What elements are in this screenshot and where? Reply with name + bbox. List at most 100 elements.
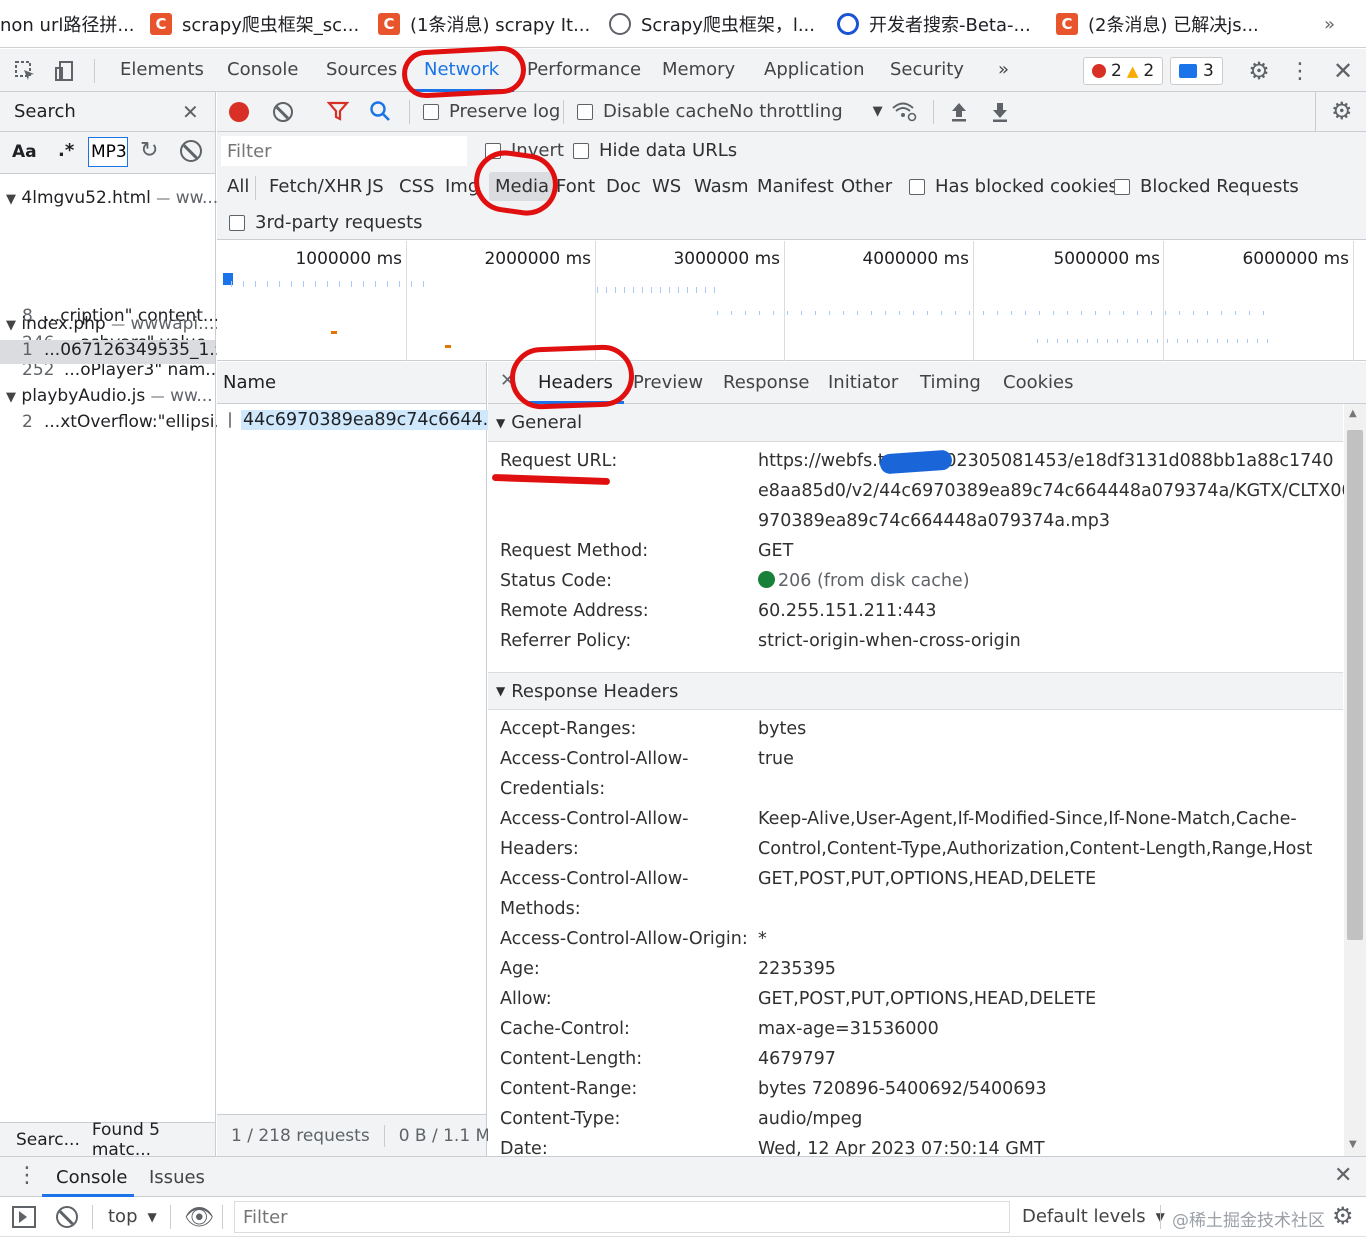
- clear-log-icon[interactable]: [273, 102, 293, 122]
- blocked-requests-checkbox[interactable]: Blocked Requests: [1114, 176, 1299, 197]
- tab-response[interactable]: Response: [723, 372, 809, 393]
- tab-security[interactable]: Security: [890, 59, 964, 80]
- name-column-header[interactable]: Name: [217, 362, 486, 404]
- tab-application[interactable]: Application: [764, 59, 865, 80]
- clear-console-icon[interactable]: [56, 1206, 78, 1228]
- tab-timing[interactable]: Timing: [920, 372, 981, 393]
- filter-type-css[interactable]: CSS: [399, 176, 434, 197]
- hide-data-urls-checkbox[interactable]: Hide data URLs: [573, 140, 737, 161]
- preserve-log-checkbox[interactable]: Preserve log: [423, 101, 560, 122]
- refresh-icon[interactable]: ↻: [140, 138, 158, 163]
- has-blocked-cookies-checkbox[interactable]: Has blocked cookies: [909, 176, 1118, 197]
- drawer-tab-issues[interactable]: Issues: [149, 1167, 205, 1188]
- console-settings-gear-icon[interactable]: ⚙: [1332, 1202, 1354, 1230]
- close-icon[interactable]: ✕: [182, 100, 199, 124]
- browser-tab[interactable]: 开发者搜索-Beta-...: [837, 10, 1031, 38]
- tab-sources[interactable]: Sources: [326, 59, 397, 80]
- filter-type-other[interactable]: Other: [841, 176, 892, 197]
- divider: [409, 100, 410, 124]
- filter-input[interactable]: [221, 136, 467, 166]
- search-icon[interactable]: [369, 100, 391, 127]
- response-header-key: Content-Length:: [500, 1049, 643, 1069]
- log-levels-select[interactable]: Default levels ▼: [1022, 1206, 1165, 1227]
- record-icon[interactable]: [229, 102, 249, 122]
- general-section-header[interactable]: ▼ General: [488, 404, 1343, 442]
- timeline-gridline: [1353, 241, 1354, 361]
- filter-type-manifest[interactable]: Manifest: [757, 176, 834, 197]
- kebab-menu-icon[interactable]: ⋮: [1288, 57, 1312, 85]
- response-header-key: Content-Type:: [500, 1109, 621, 1129]
- export-har-icon[interactable]: [990, 101, 1010, 128]
- response-headers-section-header[interactable]: ▼ Response Headers: [488, 672, 1343, 710]
- regex-button[interactable]: .*: [58, 140, 74, 161]
- timeline-tick-label: 5000000 ms: [1053, 249, 1160, 269]
- search-input[interactable]: [88, 137, 128, 167]
- tab-elements[interactable]: Elements: [120, 59, 204, 80]
- network-conditions-icon[interactable]: [891, 100, 917, 127]
- inspect-element-icon[interactable]: [12, 59, 38, 83]
- device-toolbar-icon[interactable]: [52, 59, 78, 83]
- timeline-tick-label: 6000000 ms: [1242, 249, 1349, 269]
- tab-memory[interactable]: Memory: [662, 59, 735, 80]
- more-tabs-button[interactable]: »: [998, 59, 1009, 80]
- browser-tab[interactable]: Scrapy爬虫框架，l...: [609, 10, 815, 38]
- response-header-value: Keep-Alive,User-Agent,If-Modified-Since,…: [758, 809, 1297, 829]
- import-har-icon[interactable]: [949, 101, 969, 128]
- filter-type-ws[interactable]: WS: [652, 176, 681, 197]
- drawer-tab-bar: ⋮ Console Issues ✕: [0, 1157, 1366, 1197]
- match-case-button[interactable]: Aa: [12, 142, 37, 162]
- browser-tab[interactable]: C scrapy爬虫框架_sc...: [150, 10, 359, 38]
- search-result-file[interactable]: ▼ playbyAudio.js — ww...: [6, 386, 213, 406]
- sidebar-toggle-icon[interactable]: [12, 1206, 36, 1228]
- devtools-tab-bar: Elements Console Sources Network Perform…: [0, 49, 1366, 92]
- search-result-line-selected[interactable]: 1 ...067126349535_1...: [0, 340, 226, 364]
- browser-tab[interactable]: C (2条消息) 已解决js...: [1056, 10, 1259, 38]
- clear-icon[interactable]: [180, 140, 202, 162]
- throttling-select[interactable]: No throttling ▼: [729, 101, 883, 122]
- drawer-menu-icon[interactable]: ⋮: [16, 1163, 38, 1188]
- tab-console[interactable]: Console: [227, 59, 298, 80]
- filter-type-all[interactable]: All: [227, 176, 249, 197]
- tab-initiator[interactable]: Initiator: [828, 372, 898, 393]
- response-header-key: Age:: [500, 959, 540, 979]
- detail-scrollbar[interactable]: ▲ ▼: [1344, 404, 1366, 1156]
- tab-cookies[interactable]: Cookies: [1003, 372, 1073, 393]
- timeline-gridline: [595, 241, 596, 361]
- search-result-file[interactable]: ▼ index.php — wwwapi....: [6, 314, 220, 334]
- headers-content: ▼ General Request URL: https://webfs.tx …: [488, 404, 1366, 1156]
- settings-gear-icon[interactable]: ⚙: [1245, 57, 1273, 85]
- scrollbar-thumb[interactable]: [1347, 430, 1363, 940]
- messages-counter[interactable]: 3: [1170, 57, 1223, 85]
- tab-performance[interactable]: Performance: [527, 59, 641, 80]
- close-drawer-icon[interactable]: ✕: [1334, 1163, 1352, 1188]
- filter-type-js[interactable]: JS: [367, 176, 384, 197]
- filter-type-doc[interactable]: Doc: [606, 176, 641, 197]
- issues-counter[interactable]: 2 ▲ 2: [1083, 57, 1164, 85]
- tab-preview[interactable]: Preview: [633, 372, 703, 393]
- filter-type-fetch-xhr[interactable]: Fetch/XHR: [269, 176, 362, 197]
- request-row-selected[interactable]: 44c6970389ea89c74c6644...: [217, 404, 502, 436]
- network-overview-timeline[interactable]: 1000000 ms 2000000 ms 3000000 ms 4000000…: [217, 241, 1366, 361]
- filter-type-wasm[interactable]: Wasm: [694, 176, 749, 197]
- tab-overflow-button[interactable]: »: [1324, 10, 1335, 38]
- browser-tab[interactable]: C (1条消息) scrapy It...: [378, 10, 590, 38]
- scroll-down-arrow-icon[interactable]: ▼: [1349, 1139, 1357, 1150]
- scroll-up-arrow-icon[interactable]: ▲: [1349, 408, 1357, 419]
- close-devtools-icon[interactable]: ✕: [1330, 57, 1356, 85]
- response-header-value: GET,POST,PUT,OPTIONS,HEAD,DELETE: [758, 869, 1097, 889]
- filter-funnel-icon[interactable]: [326, 100, 350, 128]
- disable-cache-checkbox[interactable]: Disable cache: [577, 101, 729, 122]
- live-expression-eye-icon[interactable]: 👁: [184, 1203, 214, 1231]
- divider: [94, 59, 95, 83]
- filter-type-font[interactable]: Font: [556, 176, 595, 197]
- search-result-file[interactable]: ▼ 4lmgvu52.html — ww...: [6, 188, 218, 208]
- third-party-checkbox[interactable]: 3rd-party requests: [229, 212, 423, 233]
- drawer-tab-console[interactable]: Console: [56, 1167, 127, 1188]
- search-result-line[interactable]: 2 ...xtOverflow:"ellipsi...: [22, 412, 231, 432]
- context-select[interactable]: top ▼: [108, 1206, 157, 1227]
- console-filter-input[interactable]: [234, 1201, 1010, 1233]
- divider: [1315, 92, 1316, 132]
- network-toolbar: Preserve log Disable cache No throttling…: [217, 92, 1366, 132]
- browser-tab[interactable]: non url路径拼...: [0, 10, 135, 38]
- network-settings-gear-icon[interactable]: ⚙: [1331, 97, 1353, 125]
